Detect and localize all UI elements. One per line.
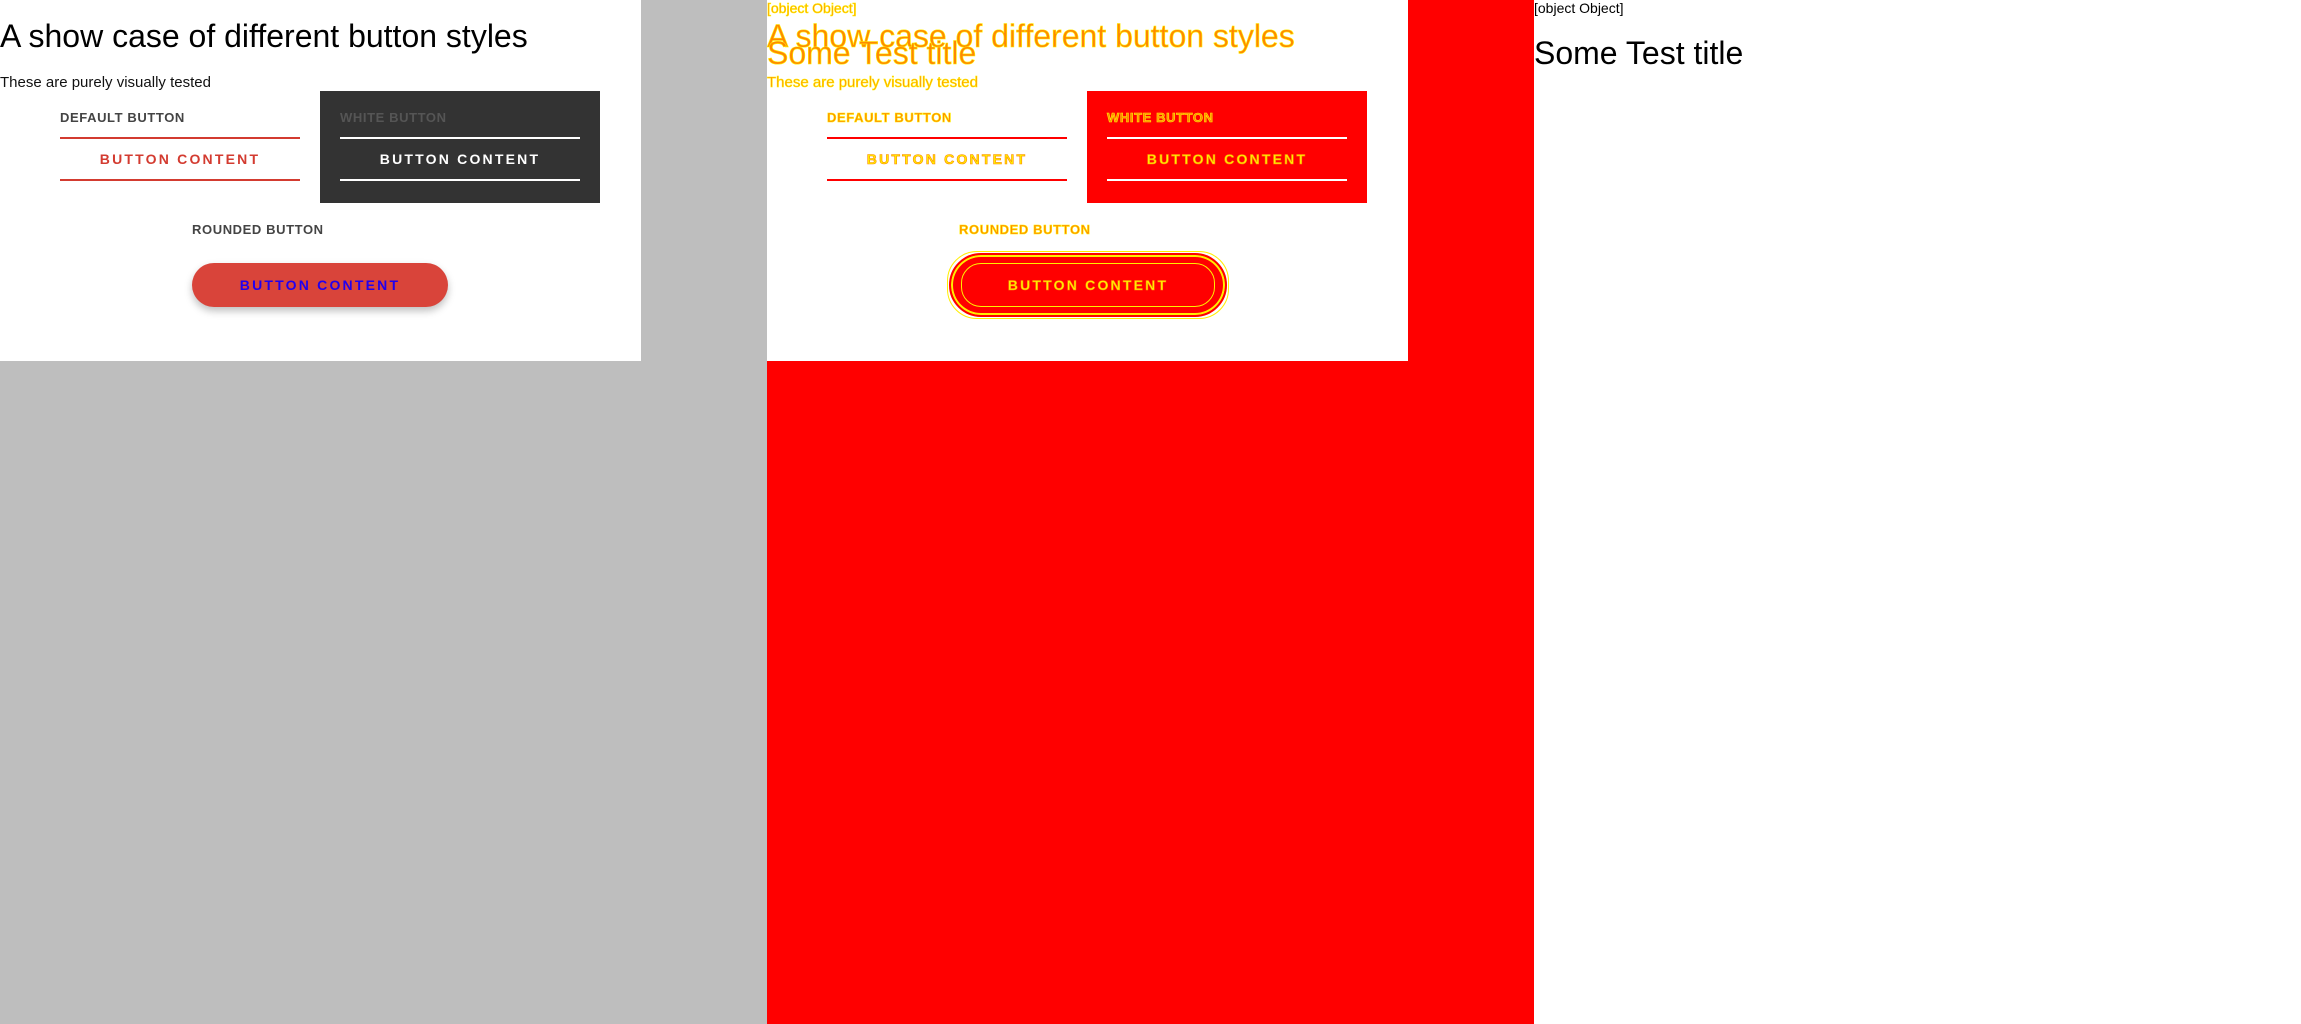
default-button-label: DEFAULT BUTTON bbox=[60, 110, 185, 125]
default-button[interactable]: BUTTON CONTENT bbox=[60, 137, 300, 181]
page-subtitle: These are purely visually tested bbox=[767, 74, 979, 91]
actual-panel: [object Object] Some Test title bbox=[1534, 0, 2301, 1024]
rounded-button[interactable]: BUTTON CONTENT bbox=[947, 251, 1229, 319]
default-button-label: DEFAULT BUTTON bbox=[827, 110, 952, 125]
rounded-button[interactable]: BUTTON CONTENT bbox=[192, 263, 448, 307]
rounded-button-label: ROUNDED BUTTON bbox=[959, 222, 1091, 237]
page-title: A show case of different button styles bbox=[0, 18, 528, 54]
white-button-label: WHITE BUTTON bbox=[340, 110, 447, 125]
white-button[interactable]: BUTTON CONTENT bbox=[1107, 137, 1347, 181]
object-text: [object Object] bbox=[1534, 0, 1624, 16]
test-title: Some Test title bbox=[1534, 35, 1744, 71]
rounded-button-label: ROUNDED BUTTON bbox=[192, 222, 324, 237]
diff-panel: [object Object] A show case of different… bbox=[767, 0, 1534, 1024]
object-text: [object Object] bbox=[767, 0, 857, 16]
default-button[interactable]: BUTTON CONTENT bbox=[827, 137, 1067, 181]
page-subtitle: These are purely visually tested bbox=[0, 74, 211, 91]
diff-card: [object Object] A show case of different… bbox=[767, 0, 1408, 361]
white-button-label: WHITE BUTTON bbox=[1107, 110, 1214, 125]
rounded-button-text: BUTTON CONTENT bbox=[1007, 277, 1169, 294]
white-button[interactable]: BUTTON CONTENT bbox=[340, 137, 580, 181]
test-title: Some Test title bbox=[767, 35, 977, 71]
showcase-card: A show case of different button styles T… bbox=[0, 0, 641, 361]
expected-panel: A show case of different button styles T… bbox=[0, 0, 767, 1024]
